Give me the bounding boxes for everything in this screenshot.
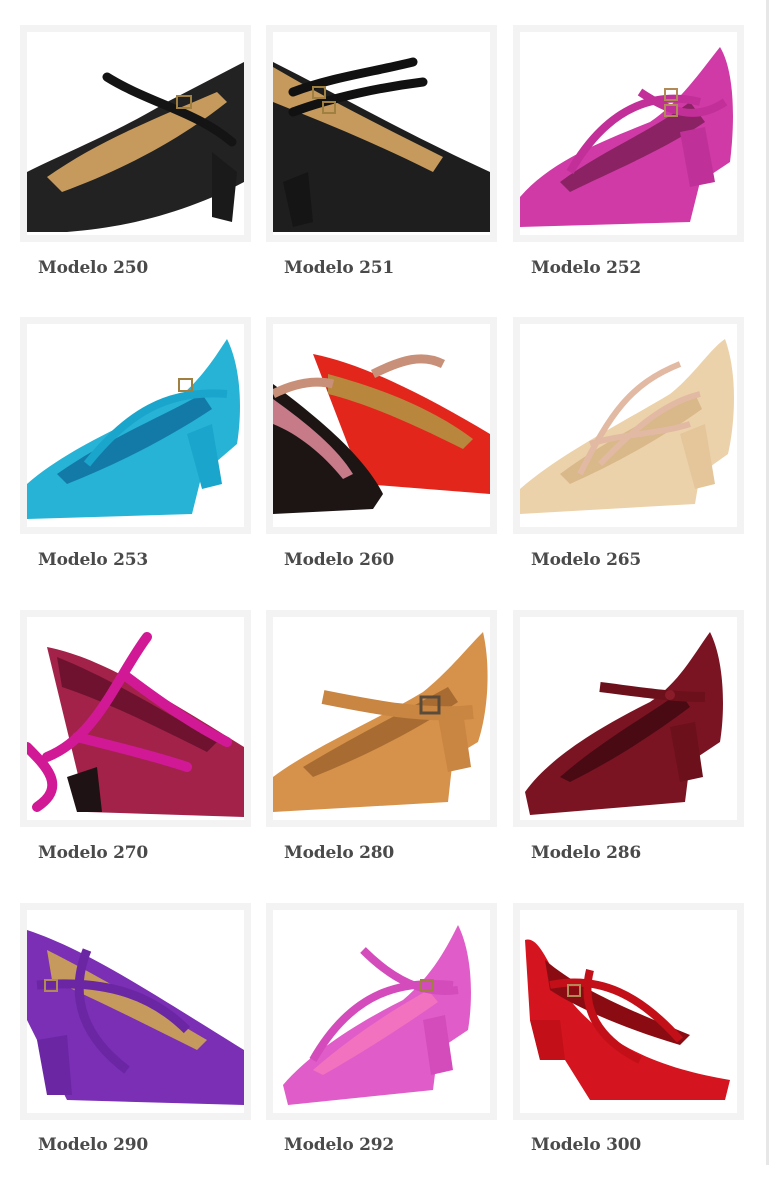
beige-ribbon-shoe-image[interactable]	[520, 324, 737, 527]
product-card-modelo-290[interactable]	[20, 903, 251, 1120]
pink-suede-cross-strap-shoe-image[interactable]	[273, 910, 490, 1113]
product-title[interactable]: Modelo 253	[20, 545, 251, 575]
product-card-modelo-253[interactable]	[20, 317, 251, 534]
product-card-modelo-286[interactable]	[513, 610, 744, 827]
turquoise-strap-shoe-image[interactable]	[27, 324, 244, 527]
red-and-black-strap-shoes-image[interactable]	[273, 324, 490, 527]
tan-strap-shoe-image[interactable]	[273, 617, 490, 820]
product-card-modelo-252[interactable]	[513, 25, 744, 242]
product-title[interactable]: Modelo 265	[513, 545, 744, 575]
product-title[interactable]: Modelo 260	[266, 545, 497, 575]
magenta-suede-cross-strap-shoe-image[interactable]	[520, 32, 737, 235]
product-title[interactable]: Modelo 300	[513, 1130, 744, 1160]
product-card-modelo-251[interactable]	[266, 25, 497, 242]
product-title[interactable]: Modelo 280	[266, 838, 497, 868]
product-card-modelo-250[interactable]	[20, 25, 251, 242]
product-card-modelo-280[interactable]	[266, 610, 497, 827]
product-grid: Modelo 250 Modelo 251 Modelo 252 Modelo …	[0, 0, 766, 1180]
product-title[interactable]: Modelo 250	[20, 253, 251, 283]
product-card-modelo-292[interactable]	[266, 903, 497, 1120]
purple-suede-cross-strap-shoe-image[interactable]	[27, 910, 244, 1113]
black-leather-strap-shoe-image[interactable]	[27, 32, 244, 235]
product-title[interactable]: Modelo 252	[513, 253, 744, 283]
product-card-modelo-270[interactable]	[20, 610, 251, 827]
scrollbar[interactable]	[766, 0, 769, 1165]
product-title[interactable]: Modelo 251	[266, 253, 497, 283]
product-title[interactable]: Modelo 286	[513, 838, 744, 868]
product-card-modelo-260[interactable]	[266, 317, 497, 534]
product-title[interactable]: Modelo 270	[20, 838, 251, 868]
black-double-strap-shoe-image[interactable]	[273, 32, 490, 235]
product-title[interactable]: Modelo 292	[266, 1130, 497, 1160]
product-card-modelo-265[interactable]	[513, 317, 744, 534]
product-card-modelo-300[interactable]	[513, 903, 744, 1120]
red-suede-cross-strap-shoe-image[interactable]	[520, 910, 737, 1113]
burgundy-strap-shoe-image[interactable]	[520, 617, 737, 820]
burgundy-ribbon-shoe-image[interactable]	[27, 617, 244, 820]
product-title[interactable]: Modelo 290	[20, 1130, 251, 1160]
